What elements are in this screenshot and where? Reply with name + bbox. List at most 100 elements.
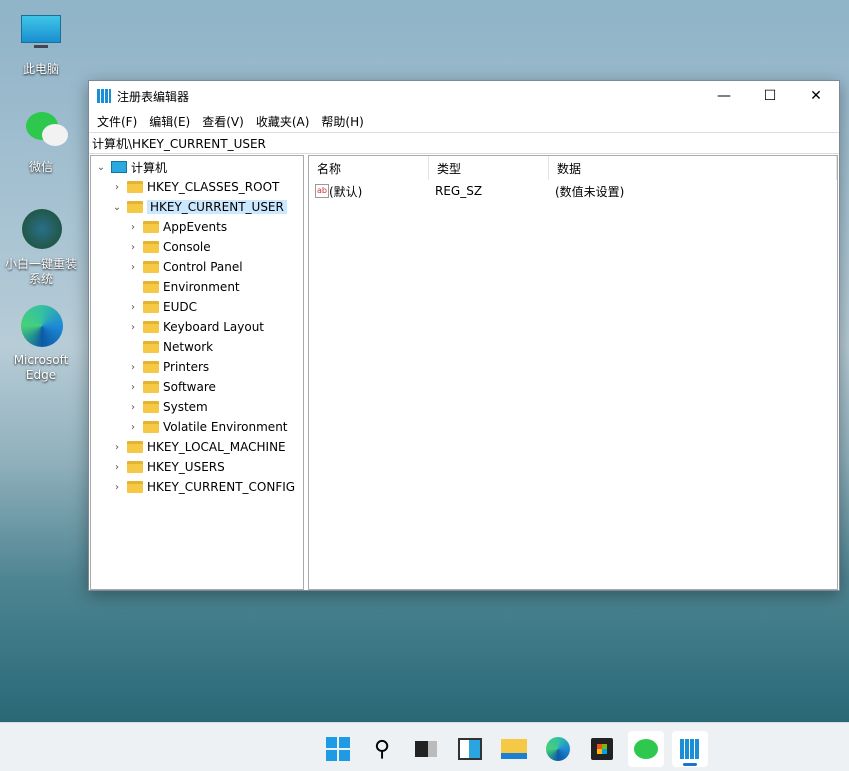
maximize-button[interactable]: ☐ bbox=[747, 81, 793, 111]
window-title: 注册表编辑器 bbox=[117, 88, 189, 105]
desktop-icon-edge[interactable]: Microsoft Edge bbox=[4, 303, 78, 383]
column-name[interactable]: 名称 bbox=[309, 156, 429, 180]
edge-icon bbox=[18, 303, 64, 349]
task-view-button[interactable] bbox=[408, 731, 444, 767]
folder-icon bbox=[143, 261, 159, 273]
task-view-icon bbox=[415, 741, 437, 757]
chevron-right-icon[interactable]: › bbox=[111, 182, 123, 193]
tree-label: Console bbox=[163, 240, 211, 254]
tree-label: HKEY_LOCAL_MACHINE bbox=[147, 440, 286, 454]
menu-edit[interactable]: 编辑(E) bbox=[143, 113, 196, 130]
folder-icon bbox=[127, 181, 143, 193]
tree-item[interactable]: › AppEvents bbox=[127, 217, 227, 237]
menu-file[interactable]: 文件(F) bbox=[91, 113, 143, 130]
chevron-right-icon[interactable]: › bbox=[127, 402, 139, 413]
tree-item[interactable]: ›System bbox=[127, 397, 208, 417]
minimize-button[interactable]: — bbox=[701, 81, 747, 111]
tree-item[interactable]: › EUDC bbox=[127, 297, 197, 317]
start-button[interactable] bbox=[320, 731, 356, 767]
menu-bar: 文件(F) 编辑(E) 查看(V) 收藏夹(A) 帮助(H) bbox=[89, 111, 839, 131]
wechat-icon bbox=[18, 110, 64, 156]
menu-favorites[interactable]: 收藏夹(A) bbox=[250, 113, 316, 130]
file-explorer-button[interactable] bbox=[496, 731, 532, 767]
tree-root[interactable]: ⌄ 计算机 bbox=[95, 157, 167, 177]
value-data: (数值未设置) bbox=[555, 183, 624, 200]
chevron-right-icon[interactable]: › bbox=[127, 222, 139, 233]
tree-pane[interactable]: ⌄ 计算机 ›HKEY_CLASSES_ROOT ⌄HKEY_CURRENT_US… bbox=[90, 155, 304, 590]
search-button[interactable]: ⚲ bbox=[364, 731, 400, 767]
tree-item[interactable]: ›Volatile Environment bbox=[127, 417, 288, 437]
column-headers: 名称 类型 数据 bbox=[309, 156, 837, 180]
chevron-right-icon[interactable]: › bbox=[111, 442, 123, 453]
folder-icon bbox=[143, 381, 159, 393]
tree-label: Keyboard Layout bbox=[163, 320, 264, 334]
folder-icon bbox=[127, 441, 143, 453]
string-value-icon: ab bbox=[315, 184, 329, 198]
tree-item-hkcu[interactable]: ⌄HKEY_CURRENT_USER bbox=[111, 197, 287, 217]
tree-item-hkcr[interactable]: ›HKEY_CLASSES_ROOT bbox=[111, 177, 279, 197]
computer-icon bbox=[111, 161, 127, 173]
menu-view[interactable]: 查看(V) bbox=[196, 113, 250, 130]
chevron-right-icon[interactable]: › bbox=[127, 362, 139, 373]
folder-icon bbox=[127, 461, 143, 473]
wechat-taskbar-button[interactable] bbox=[628, 731, 664, 767]
widgets-button[interactable] bbox=[452, 731, 488, 767]
chevron-down-icon[interactable]: ⌄ bbox=[95, 162, 107, 173]
column-type[interactable]: 类型 bbox=[429, 156, 549, 180]
tree-item[interactable]: › Keyboard Layout bbox=[127, 317, 264, 337]
tree-label: HKEY_USERS bbox=[147, 460, 225, 474]
regedit-icon bbox=[97, 89, 111, 103]
tree-item[interactable]: Environment bbox=[127, 277, 240, 297]
folder-icon bbox=[143, 281, 159, 293]
column-data[interactable]: 数据 bbox=[549, 156, 837, 180]
tree-item[interactable]: › Console bbox=[127, 237, 211, 257]
tree-item[interactable]: › Control Panel bbox=[127, 257, 243, 277]
tree-item[interactable]: ›Software bbox=[127, 377, 216, 397]
close-button[interactable]: ✕ bbox=[793, 81, 839, 111]
address-bar[interactable]: 计算机\HKEY_CURRENT_USER bbox=[89, 132, 839, 154]
value-row[interactable]: ab (默认) REG_SZ (数值未设置) bbox=[315, 181, 835, 201]
folder-icon bbox=[143, 401, 159, 413]
tree-item-hkcc[interactable]: ›HKEY_CURRENT_CONFIG bbox=[111, 477, 295, 497]
tree-label: Environment bbox=[163, 280, 240, 294]
chevron-right-icon[interactable]: › bbox=[127, 302, 139, 313]
chevron-right-icon[interactable]: › bbox=[111, 462, 123, 473]
chevron-right-icon[interactable]: › bbox=[127, 322, 139, 333]
desktop-icon-wechat[interactable]: 微信 bbox=[4, 110, 78, 175]
tree-item-hklm[interactable]: › HKEY_LOCAL_MACHINE bbox=[111, 437, 286, 457]
tree-label: AppEvents bbox=[163, 220, 227, 234]
taskbar: ⚲ bbox=[0, 722, 849, 771]
desktop-icon-xiaobai[interactable]: 小白一键重装系统 bbox=[4, 207, 78, 287]
folder-icon bbox=[143, 421, 159, 433]
tree-label: EUDC bbox=[163, 300, 197, 314]
chevron-right-icon[interactable]: › bbox=[127, 422, 139, 433]
folder-icon bbox=[127, 481, 143, 493]
chevron-down-icon[interactable]: ⌄ bbox=[111, 202, 123, 213]
tree-item[interactable]: Network bbox=[127, 337, 213, 357]
edge-button[interactable] bbox=[540, 731, 576, 767]
chevron-right-icon[interactable]: › bbox=[127, 242, 139, 253]
regedit-taskbar-button[interactable] bbox=[672, 731, 708, 767]
tree-label: 计算机 bbox=[131, 159, 167, 176]
monitor-icon bbox=[18, 12, 64, 58]
chevron-right-icon[interactable]: › bbox=[127, 262, 139, 273]
folder-icon bbox=[127, 201, 143, 213]
folder-icon bbox=[143, 321, 159, 333]
wechat-icon bbox=[634, 739, 658, 759]
chevron-right-icon[interactable]: › bbox=[111, 482, 123, 493]
tree-label: Network bbox=[163, 340, 213, 354]
tree-item[interactable]: ›Printers bbox=[127, 357, 209, 377]
folder-icon bbox=[143, 221, 159, 233]
tree-item-hku[interactable]: › HKEY_USERS bbox=[111, 457, 225, 477]
folder-icon bbox=[501, 739, 527, 759]
menu-help[interactable]: 帮助(H) bbox=[315, 113, 369, 130]
desktop-icon-this-pc[interactable]: 此电脑 bbox=[4, 12, 78, 77]
active-indicator bbox=[683, 763, 697, 766]
desktop-icon-label: 微信 bbox=[29, 160, 53, 174]
regedit-icon bbox=[680, 739, 700, 759]
tree-label: Control Panel bbox=[163, 260, 243, 274]
values-pane[interactable]: 名称 类型 数据 ab (默认) REG_SZ (数值未设置) bbox=[308, 155, 838, 590]
chevron-right-icon[interactable]: › bbox=[127, 382, 139, 393]
widgets-icon bbox=[458, 738, 482, 760]
store-button[interactable] bbox=[584, 731, 620, 767]
